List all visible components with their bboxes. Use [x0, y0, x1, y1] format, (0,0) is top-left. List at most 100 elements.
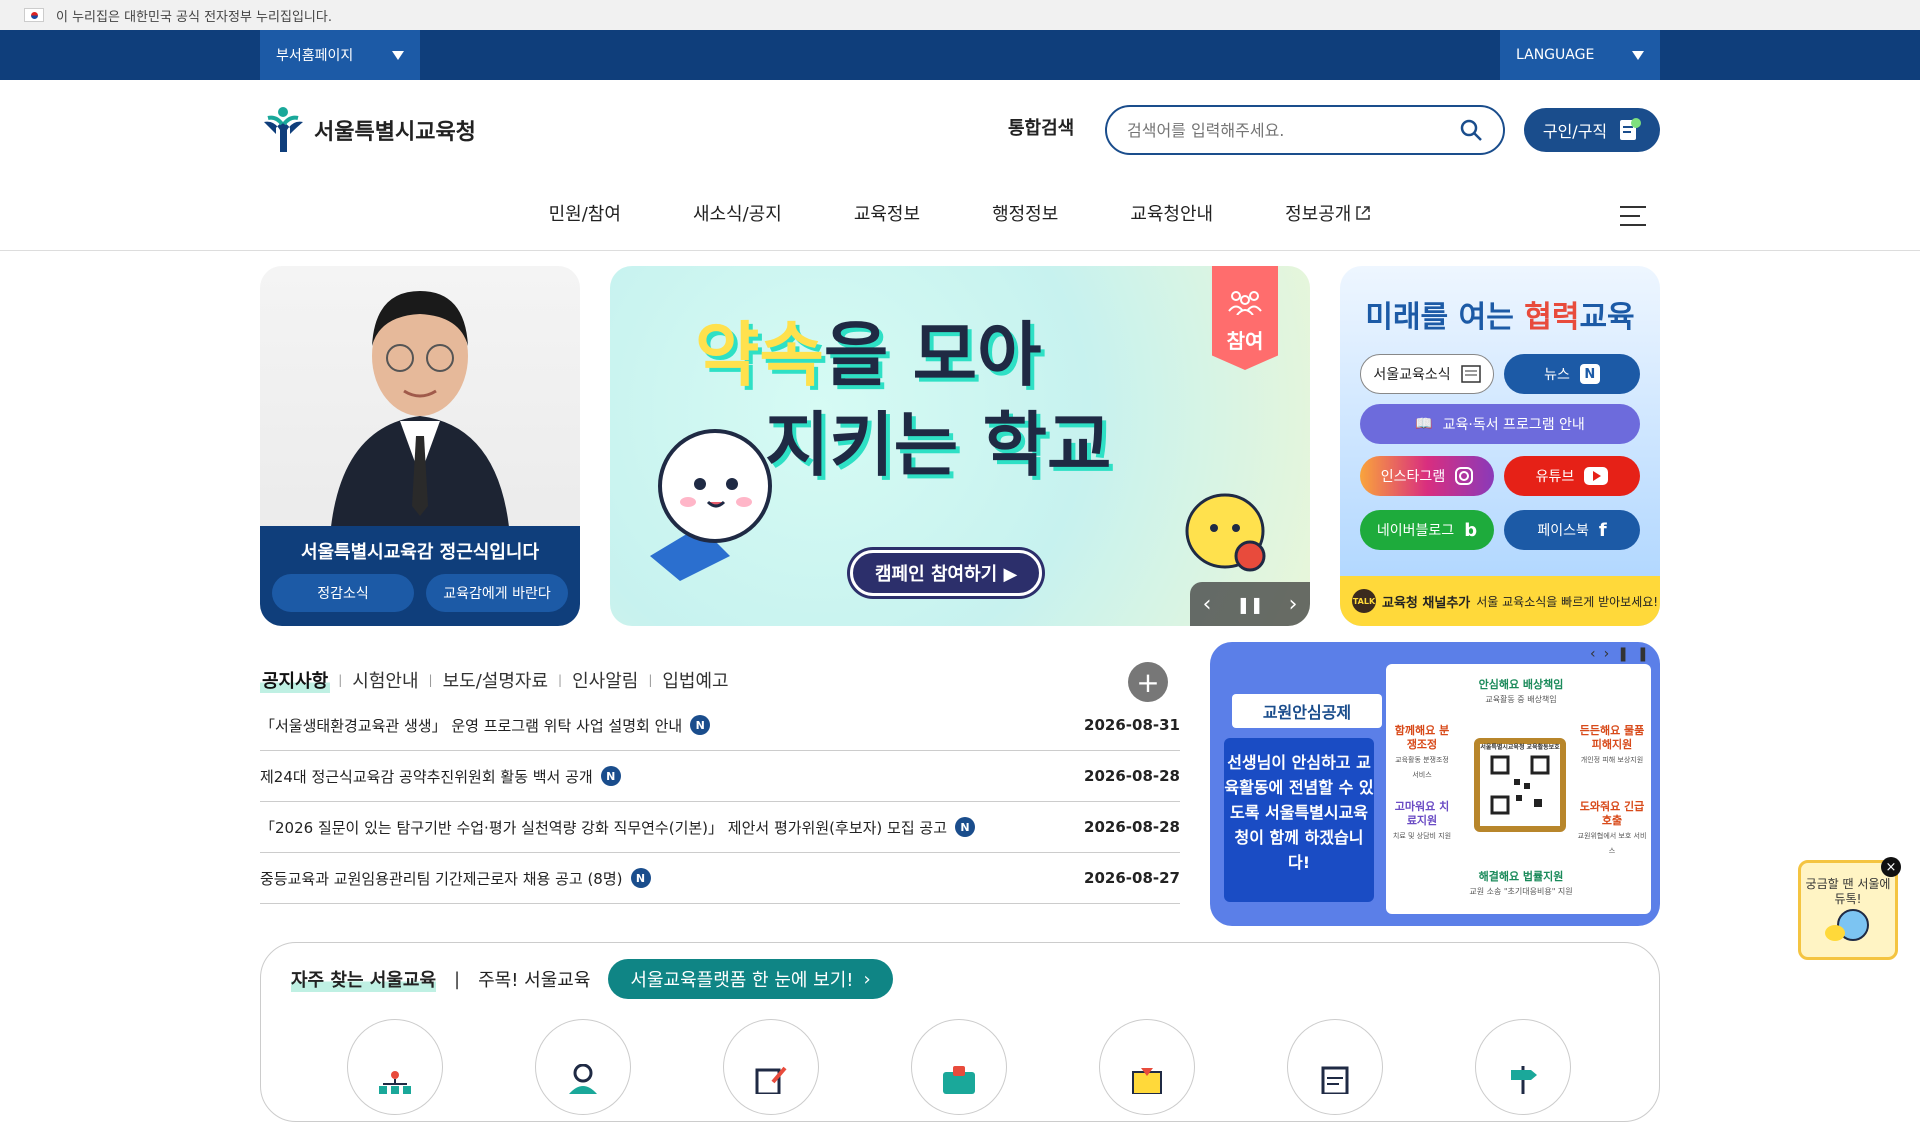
qr-code-icon: [1490, 755, 1550, 815]
notice-date: 2026-08-27: [1084, 869, 1180, 887]
search-box: [1105, 105, 1505, 155]
notice-row[interactable]: 제24대 정근식교육감 공약추진위원회 활동 백서 공개 N 2026-08-28: [260, 751, 1180, 802]
header: 서울특별시교육청 통합검색 구인/구직 민원/참여 새소식/공지 교육정보 행정…: [0, 80, 1920, 251]
teacher-insurance-promo[interactable]: 교원안심공제 선생님이 안심하고 교육활동에 전념할 수 있도록 서울특별시교육…: [1210, 642, 1660, 926]
notice-row[interactable]: 「2026 질문이 있는 탐구기반 수업·평가 실천역량 강화 직무연수(기본)…: [260, 802, 1180, 853]
naver-news-icon: N: [1579, 364, 1600, 384]
naver-blog-button[interactable]: 네이버블로그 b: [1360, 510, 1494, 550]
youtube-button[interactable]: 유튜브: [1504, 456, 1640, 496]
chevron-right-icon[interactable]: ›: [1604, 646, 1618, 662]
notice-date: 2026-08-31: [1084, 716, 1180, 734]
notice-row[interactable]: 「서울생태환경교육관 생생」 운영 프로그램 위탁 사업 설명회 안내 N 202…: [260, 700, 1180, 751]
news-button[interactable]: 뉴스 N: [1504, 354, 1640, 394]
notice-title: 제24대 정근식교육감 공약추진위원회 활동 백서 공개: [260, 767, 593, 786]
superintendent-news-button[interactable]: 정감소식: [272, 574, 414, 612]
box-icon[interactable]: [1099, 1019, 1195, 1115]
search-icon[interactable]: [1459, 118, 1483, 142]
chevron-right-icon[interactable]: ›: [1289, 592, 1298, 617]
tab-favorites[interactable]: 자주 찾는 서울교육: [291, 966, 437, 992]
facebook-label: 페이스북: [1537, 523, 1589, 539]
promo-label-right1: 든든해요 물품피해지원 개인정 피해 보상지원: [1579, 724, 1645, 764]
top-nav: 부서홈페이지 LANGUAGE: [0, 30, 1920, 80]
notice-tabs: 공지사항 | 시험안내 | 보도/설명자료 | 인사알림 | 입법예고: [260, 660, 1180, 700]
promo-label-center: 서울특별시교육청 교육활동보호: [1480, 744, 1560, 751]
instagram-button[interactable]: 인스타그램: [1360, 456, 1494, 496]
language-select[interactable]: LANGUAGE: [1500, 30, 1660, 80]
id-card-icon[interactable]: [911, 1019, 1007, 1115]
job-search-button[interactable]: 구인/구직: [1524, 108, 1660, 152]
chevron-left-icon[interactable]: ‹: [1590, 646, 1604, 662]
gnb-item-disclosure[interactable]: 정보공개: [1249, 200, 1407, 226]
tab-exam[interactable]: 시험안내: [342, 667, 428, 693]
gnb-item-edu-info[interactable]: 교육정보: [818, 200, 956, 226]
chatbot-mascot-icon: [1825, 909, 1869, 941]
tab-spotlight[interactable]: 주목! 서울교육: [478, 966, 590, 992]
clipboard-icon[interactable]: [1287, 1019, 1383, 1115]
favorites-icons: [347, 1019, 1571, 1115]
promo-label-left2: 고마워요 치료지원 치료 및 상담비 지원: [1392, 800, 1452, 840]
close-icon[interactable]: ×: [1881, 857, 1901, 877]
tab-press[interactable]: 보도/설명자료: [433, 667, 558, 693]
seoul-edu-news-button[interactable]: 서울교육소식: [1360, 354, 1494, 394]
favorites-header: 자주 찾는 서울교육 | 주목! 서울교육 서울교육플랫폼 한 눈에 보기! ›: [291, 959, 893, 999]
tab-legislation[interactable]: 입법예고: [652, 667, 738, 693]
facebook-button[interactable]: 페이스북 f: [1504, 510, 1640, 550]
gnb-item-civil[interactable]: 민원/참여: [513, 200, 657, 226]
chevron-down-icon: [1632, 50, 1644, 60]
superintendent-buttons: 정감소식 교육감에게 바란다: [272, 574, 568, 612]
reading-program-button[interactable]: 📖 교육·독서 프로그램 안내: [1360, 404, 1640, 444]
pause-icon[interactable]: ❚❚: [1617, 646, 1656, 662]
tab-divider: |: [454, 968, 461, 990]
promo-image: 안심해요 배상책임 교육활동 중 배상책임 함께해요 분쟁조정 교육활동 분쟁조정 …: [1386, 664, 1651, 914]
language-select-label: LANGUAGE: [1516, 47, 1595, 63]
main-banner[interactable]: 참여 약속을 모아 지키는 학교 캠페인 참여하기 ▶ ‹ ❚❚ ›: [610, 266, 1310, 626]
pause-icon[interactable]: ❚❚: [1237, 595, 1264, 614]
gov-banner-text: 이 누리집은 대한민국 공식 전자정부 누리집입니다.: [56, 9, 332, 25]
promo-label-right2: 도와줘요 긴급호출 교원위협에서 보호 서비스: [1577, 800, 1647, 855]
qr-code: [1474, 738, 1566, 832]
tab-notice[interactable]: 공지사항: [260, 667, 331, 693]
menu-hamburger-icon[interactable]: [1620, 206, 1646, 233]
dept-select-label: 부서홈페이지: [276, 48, 354, 64]
person-icon[interactable]: [535, 1019, 631, 1115]
new-badge: N: [690, 715, 711, 735]
more-plus-button[interactable]: +: [1128, 662, 1168, 702]
chevron-left-icon[interactable]: ‹: [1203, 592, 1212, 617]
facebook-icon: f: [1598, 519, 1607, 541]
superintendent-wish-button[interactable]: 교육감에게 바란다: [426, 574, 568, 612]
platform-overview-label: 서울교육플랫폼 한 눈에 보기!: [630, 970, 854, 991]
campaign-cta-button[interactable]: 캠페인 참여하기 ▶: [850, 550, 1043, 596]
dept-homepage-select[interactable]: 부서홈페이지: [260, 30, 420, 80]
tab-personnel[interactable]: 인사알림: [562, 667, 648, 693]
kakao-channel-bar[interactable]: TALK 교육청 채널추가 서울 교육소식을 빠르게 받아보세요!: [1340, 576, 1660, 626]
gnb-item-office-guide[interactable]: 교육청안내: [1094, 200, 1249, 226]
signpost-icon[interactable]: [1475, 1019, 1571, 1115]
gnb-item-news[interactable]: 새소식/공지: [657, 200, 818, 226]
promo-text: 선생님이 안심하고 교육활동에 전념할 수 있도록 서울특별시교육청이 함께 하…: [1224, 738, 1374, 902]
platform-overview-button[interactable]: 서울교육플랫폼 한 눈에 보기! ›: [608, 959, 893, 999]
naver-blog-label: 네이버블로그: [1376, 523, 1455, 539]
kakao-channel-title: 교육청 채널추가: [1382, 595, 1471, 611]
external-link-icon: [1356, 206, 1371, 220]
korea-flag-icon: [24, 8, 44, 22]
gnb-item-admin-info[interactable]: 행정정보: [956, 200, 1094, 226]
notice-title: 「2026 질문이 있는 탐구기반 수업·평가 실천역량 강화 직무연수(기본)…: [260, 818, 948, 837]
logo[interactable]: 서울특별시교육청: [260, 106, 476, 154]
banner-title-line1: 약속을 모아: [695, 314, 1042, 396]
youtube-label: 유튜브: [1535, 469, 1575, 485]
edu-talk-chatbot-widget[interactable]: 궁금할 땐 서울에듀톡! ×: [1798, 857, 1901, 960]
search-input[interactable]: [1127, 120, 1459, 140]
notice-row[interactable]: 중등교육과 교원임용관리팀 기간제근로자 채용 공고 (8명) N 2026-08…: [260, 853, 1180, 904]
chevron-right-icon: ›: [863, 968, 871, 990]
notice-title: 「서울생태환경교육관 생생」 운영 프로그램 위탁 사업 설명회 안내: [260, 716, 683, 735]
org-chart-icon[interactable]: [347, 1019, 443, 1115]
sns-channels-card: 미래를 여는 협력교육 서울교육소식 뉴스 N 📖 교육·독서 프로그램 안내 …: [1340, 266, 1660, 626]
new-badge: N: [630, 868, 651, 888]
job-document-icon: [1620, 118, 1642, 140]
superintendent-photo: [330, 291, 510, 536]
book-icon: 📖: [1415, 416, 1433, 432]
notice-date: 2026-08-28: [1084, 767, 1180, 785]
favorites-section: 자주 찾는 서울교육 | 주목! 서울교육 서울교육플랫폼 한 눈에 보기! ›: [260, 942, 1660, 1122]
superintendent-card: 서울특별시교육감 정근식입니다 정감소식 교육감에게 바란다: [260, 266, 580, 626]
edit-document-icon[interactable]: [723, 1019, 819, 1115]
